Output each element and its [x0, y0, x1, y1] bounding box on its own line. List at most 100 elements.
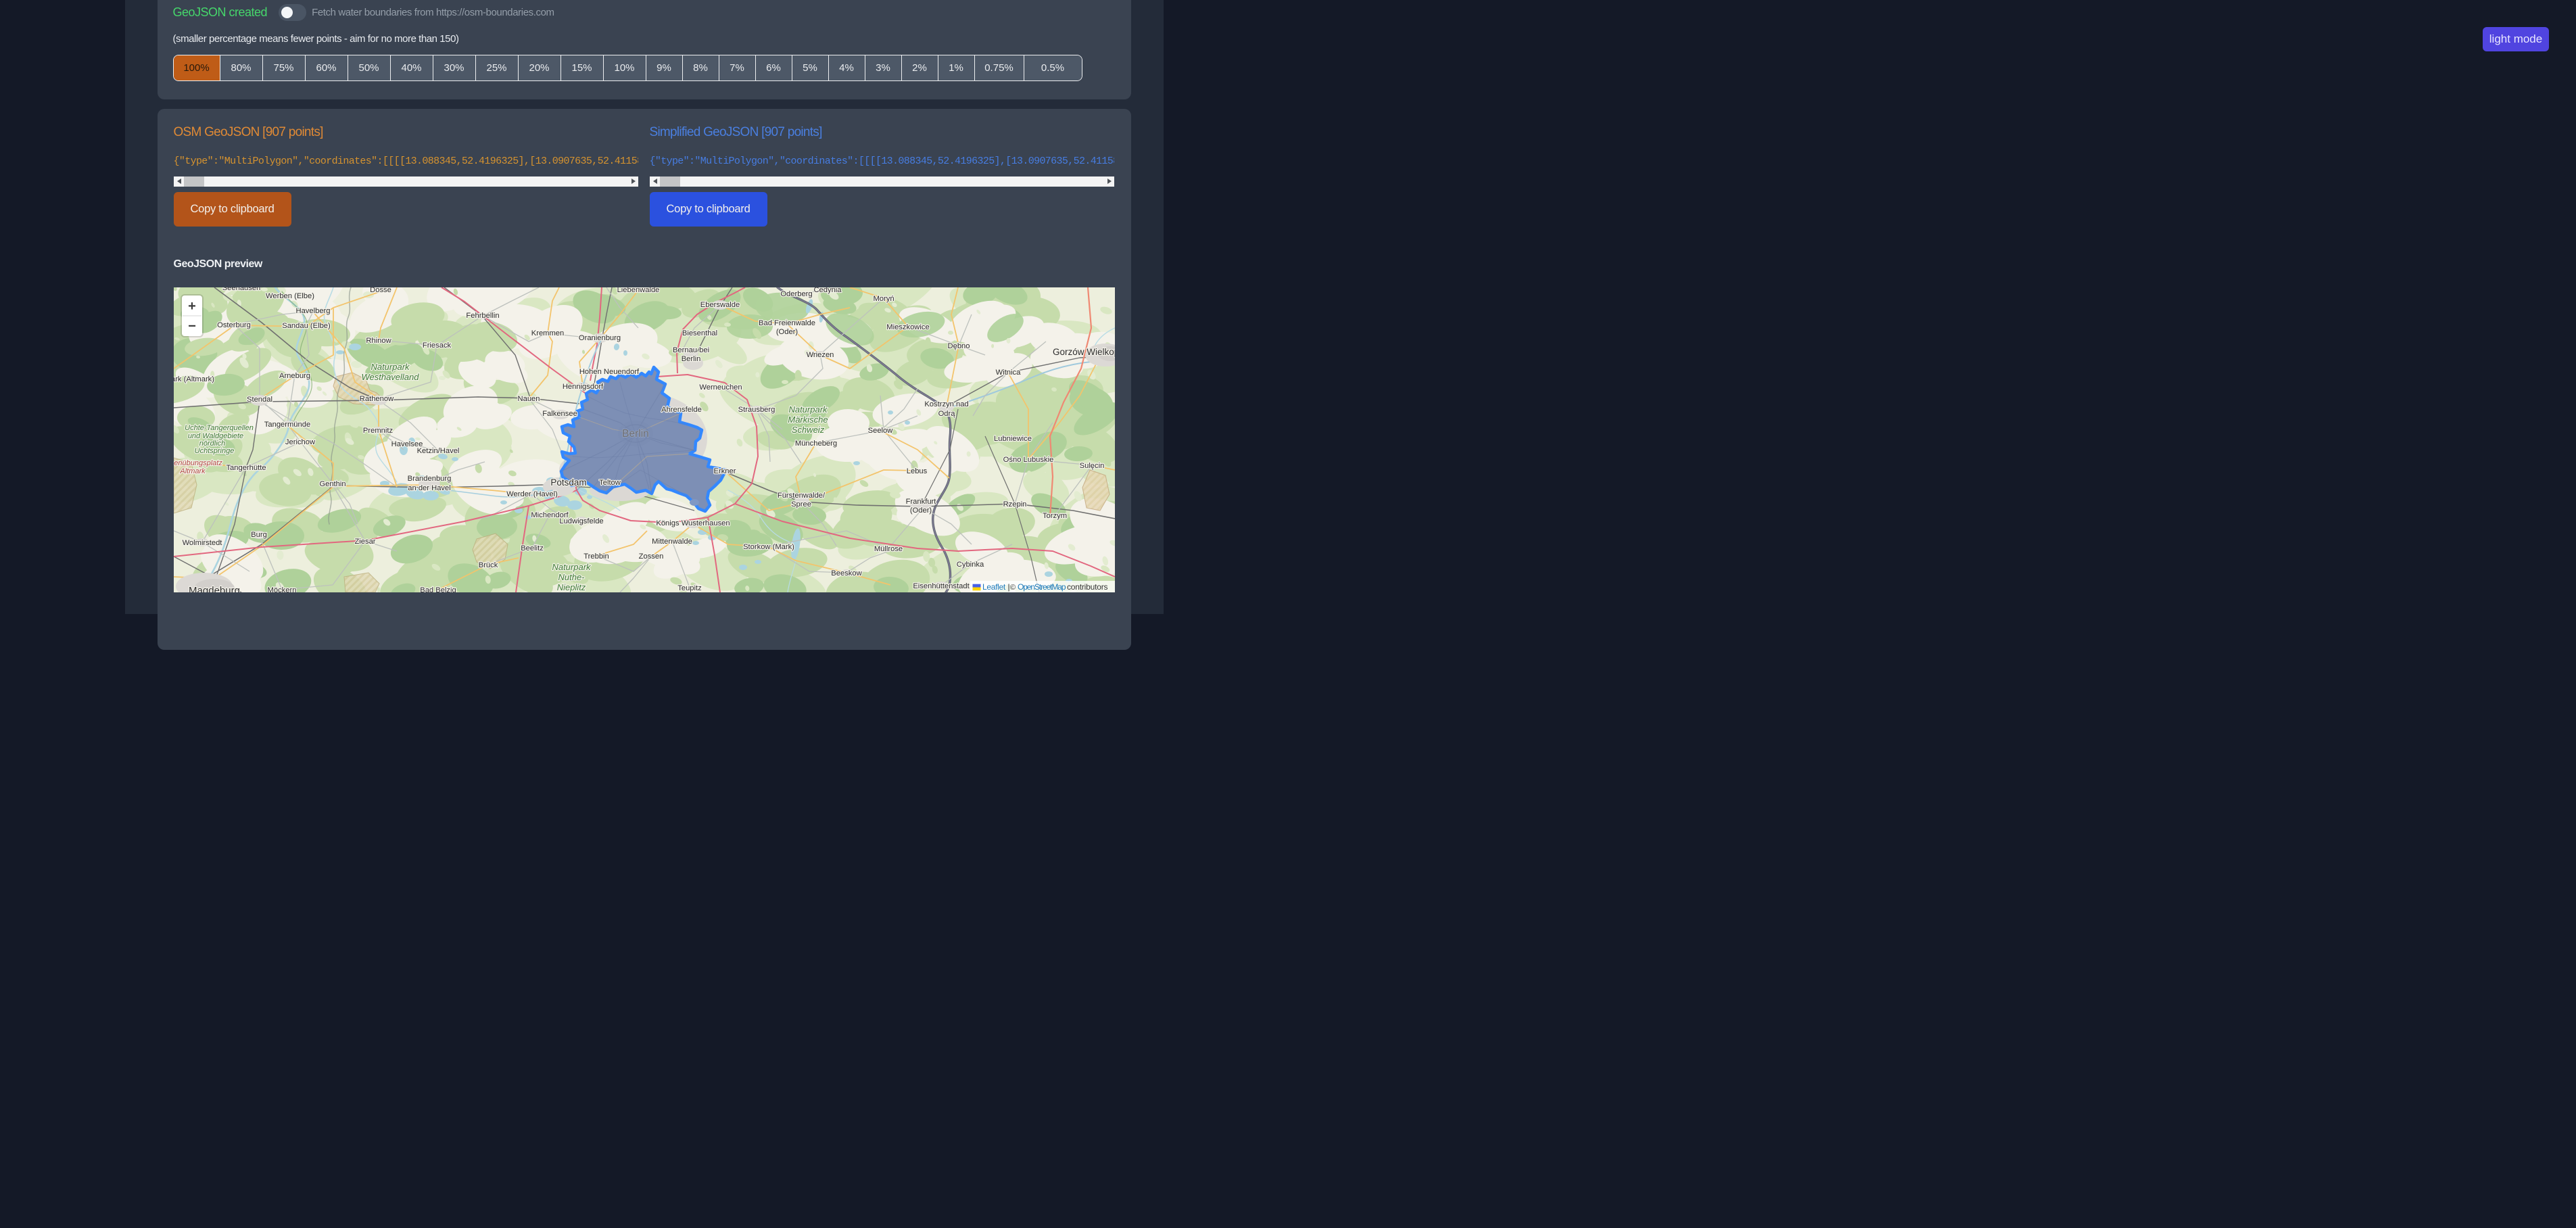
svg-text:Mieszkowice: Mieszkowice: [886, 323, 929, 331]
svg-text:Havelsee: Havelsee: [391, 440, 423, 448]
svg-text:Seelow: Seelow: [867, 427, 893, 435]
svg-text:Möckern: Möckern: [267, 586, 296, 592]
svg-text:(Oder): (Oder): [909, 506, 932, 515]
svg-text:Eisenhüttenstadt: Eisenhüttenstadt: [913, 582, 970, 590]
svg-text:Wriezen: Wriezen: [806, 351, 834, 359]
svg-text:Friesack: Friesack: [422, 341, 451, 350]
svg-text:Ludwigsfelde: Ludwigsfelde: [559, 517, 603, 525]
svg-text:Gorzów Wielkopols: Gorzów Wielkopols: [1053, 347, 1115, 357]
svg-text:Müllrose: Müllrose: [874, 545, 902, 553]
svg-text:Magdeburg: Magdeburg: [189, 585, 240, 592]
svg-text:Teupitz: Teupitz: [677, 584, 702, 592]
svg-text:Nieplitz: Nieplitz: [556, 582, 586, 592]
svg-text:Moryń: Moryń: [873, 295, 894, 303]
svg-text:Ośno Lubuskie: Ośno Lubuskie: [1003, 456, 1053, 464]
svg-text:penübungsplatz: penübungsplatz: [174, 459, 222, 467]
svg-text:Jerichow: Jerichow: [285, 438, 315, 446]
svg-text:Mittenwalde: Mittenwalde: [652, 538, 692, 546]
svg-text:Potsdam: Potsdam: [550, 477, 586, 488]
svg-text:Werben (Elbe): Werben (Elbe): [266, 292, 314, 300]
svg-text:(Oder): (Oder): [776, 328, 798, 336]
svg-text:Premnitz: Premnitz: [362, 427, 393, 435]
svg-text:Tangermünde: Tangermünde: [264, 421, 310, 429]
svg-text:Beeskow: Beeskow: [831, 569, 862, 577]
svg-text:Werder (Havel): Werder (Havel): [506, 490, 558, 498]
svg-text:Burg: Burg: [251, 531, 267, 539]
svg-text:Cedynia: Cedynia: [813, 287, 842, 294]
svg-text:Bad Belzig: Bad Belzig: [420, 586, 456, 592]
svg-text:Rathenow: Rathenow: [359, 395, 393, 403]
svg-text:Naturpark: Naturpark: [552, 562, 592, 572]
svg-text:Hohen Neuendorf: Hohen Neuendorf: [579, 368, 639, 376]
svg-text:Arneburg: Arneburg: [279, 372, 310, 380]
svg-text:ark (Altmark): ark (Altmark): [174, 375, 214, 383]
svg-text:−: −: [188, 319, 196, 334]
svg-text:Falkensee: Falkensee: [542, 410, 577, 418]
svg-text:Storkow (Mark): Storkow (Mark): [743, 543, 794, 551]
svg-text:Uchtspringe: Uchtspringe: [194, 447, 234, 455]
svg-text:Ziesar: Ziesar: [354, 538, 375, 546]
svg-text:OpenStreetMap: OpenStreetMap: [1018, 582, 1066, 592]
svg-text:Strausberg: Strausberg: [738, 406, 775, 414]
svg-text:Seehausen: Seehausen: [222, 287, 260, 292]
svg-text:Werneuchen: Werneuchen: [699, 383, 742, 392]
svg-text:Sandau (Elbe): Sandau (Elbe): [282, 322, 331, 330]
svg-text:Lubniewice: Lubniewice: [994, 435, 1032, 443]
svg-text:Oderberg: Oderberg: [780, 290, 812, 298]
svg-text:Eberswalde: Eberswalde: [700, 301, 739, 309]
svg-text:Brück: Brück: [478, 561, 498, 569]
svg-text:Uchte-Tangerquellen: Uchte-Tangerquellen: [185, 424, 254, 432]
svg-text:Leaflet: Leaflet: [982, 582, 1006, 592]
svg-text:Wolmirstedt: Wolmirstedt: [182, 539, 222, 547]
svg-text:©: ©: [1010, 584, 1016, 592]
svg-text:Liebenwalde: Liebenwalde: [617, 287, 659, 294]
svg-text:Dosse: Dosse: [370, 287, 391, 294]
svg-text:Genthin: Genthin: [319, 480, 345, 488]
svg-text:Frankfurt: Frankfurt: [905, 498, 936, 506]
svg-text:Spree: Spree: [791, 500, 811, 509]
svg-text:Rhinow: Rhinow: [366, 337, 391, 345]
svg-text:Sulęcin: Sulęcin: [1079, 462, 1104, 470]
svg-text:Oranienburg: Oranienburg: [578, 334, 620, 342]
svg-text:Schweiz: Schweiz: [791, 425, 824, 435]
svg-text:Müncheberg: Müncheberg: [794, 440, 836, 448]
svg-text:Osterburg: Osterburg: [217, 321, 251, 329]
svg-text:Nauen: Nauen: [517, 395, 540, 403]
svg-text:Berlin: Berlin: [622, 428, 649, 440]
svg-text:Altmark: Altmark: [179, 467, 206, 475]
svg-text:Tangerhütte: Tangerhütte: [226, 464, 266, 472]
svg-text:Cybinka: Cybinka: [956, 561, 984, 569]
svg-text:Erkner: Erkner: [713, 467, 736, 475]
svg-text:contributors: contributors: [1067, 582, 1107, 592]
svg-text:Beelitz: Beelitz: [521, 544, 544, 552]
svg-text:Teltow: Teltow: [599, 479, 621, 487]
svg-text:Stendal: Stendal: [247, 396, 272, 404]
svg-text:Dębno: Dębno: [947, 342, 970, 350]
svg-text:Fürstenwalde/: Fürstenwalde/: [777, 492, 825, 500]
svg-text:Ketzin/Havel: Ketzin/Havel: [416, 447, 459, 455]
svg-text:Naturpark: Naturpark: [788, 404, 828, 415]
svg-text:Nuthe-: Nuthe-: [558, 572, 585, 582]
svg-text:Kremmen: Kremmen: [531, 329, 564, 337]
svg-text:Biesenthal: Biesenthal: [682, 329, 717, 337]
svg-text:Havelberg: Havelberg: [295, 307, 330, 315]
svg-text:Westhavelland: Westhavelland: [361, 372, 419, 382]
svg-text:Trebbin: Trebbin: [583, 552, 609, 561]
svg-text:Odrą: Odrą: [938, 410, 955, 418]
svg-text:an der Havel: an der Havel: [408, 484, 450, 492]
svg-text:Lebus: Lebus: [906, 467, 927, 475]
svg-text:Hennigsdorf: Hennigsdorf: [562, 383, 603, 391]
svg-text:Königs Wusterhausen: Königs Wusterhausen: [656, 519, 730, 527]
svg-text:+: +: [188, 299, 196, 314]
svg-text:Ahrensfelde: Ahrensfelde: [661, 406, 702, 414]
svg-text:Bernau bei: Bernau bei: [672, 346, 709, 354]
svg-text:Torzym: Torzym: [1042, 512, 1066, 520]
svg-text:Naturpark: Naturpark: [371, 362, 410, 372]
svg-text:Kostrzyn nad: Kostrzyn nad: [924, 400, 968, 408]
svg-text:Witnica: Witnica: [995, 369, 1020, 377]
svg-text:Bad Freienwalde: Bad Freienwalde: [759, 319, 815, 327]
svg-text:Zossen: Zossen: [638, 552, 663, 561]
svg-text:Fehrbellin: Fehrbellin: [466, 312, 499, 320]
svg-text:Märkische: Märkische: [788, 415, 828, 425]
svg-text:Berlin: Berlin: [681, 355, 700, 363]
